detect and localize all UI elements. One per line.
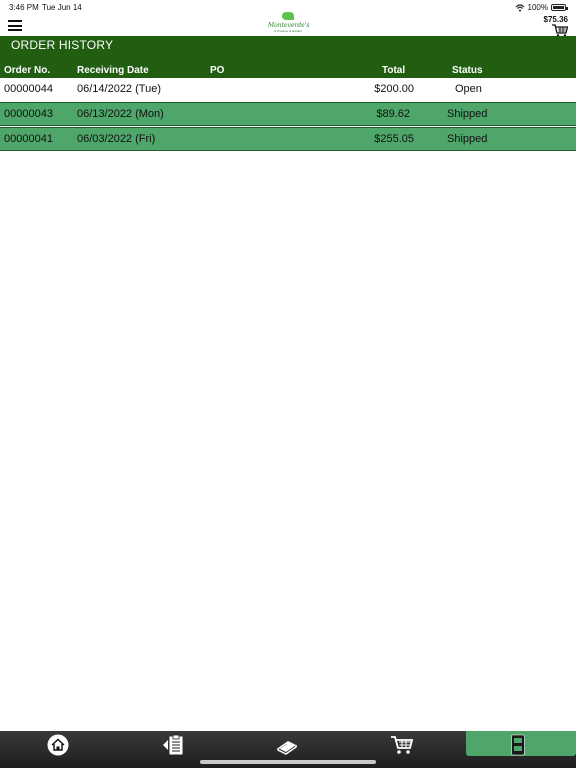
order-total: $89.62 [376,108,410,120]
status-date: Tue Jun 14 [42,3,82,12]
column-header-status: Status [452,65,483,76]
wifi-icon [515,3,524,11]
status-time: 3:46 PM [9,3,39,12]
tab-order-list[interactable] [117,731,227,756]
order-history-header: ORDER HISTORY Order No. Receiving Date P… [0,36,576,78]
book-icon [277,741,297,755]
column-header-po: PO [210,65,225,76]
logo-subtitle: & Produce & Garden [274,29,302,33]
order-number: 00000043 [4,108,53,120]
receiving-date: 06/13/2022 (Mon) [77,108,164,120]
battery-icon [551,4,568,11]
cart-amount[interactable]: $75.36 [544,15,568,24]
home-icon [47,734,69,756]
tab-account[interactable] [466,731,576,756]
status-right: 100% [515,3,568,12]
leaf-icon [282,12,294,20]
navigation-bar: Monteverde's & Produce & Garden $75.36 [0,12,576,37]
logo-name: Monteverde's [268,22,310,29]
tab-catalog[interactable] [231,731,341,756]
order-number: 00000044 [4,83,53,95]
menu-icon[interactable] [8,20,22,31]
order-status: Open [455,83,482,95]
cart-icon [391,736,414,754]
clipboard-icon [163,734,183,755]
phone-icon [511,734,525,756]
battery-percent: 100% [527,3,548,12]
order-status: Shipped [447,133,488,145]
tab-cart[interactable] [345,731,455,756]
receiving-date: 06/03/2022 (Fri) [77,133,156,145]
order-row[interactable]: 00000044 06/14/2022 (Tue) $200.00 Open [0,78,576,102]
order-total: $255.05 [374,133,414,145]
column-header-order-no: Order No. [4,65,51,76]
receiving-date: 06/14/2022 (Tue) [77,83,161,95]
order-status: Shipped [447,108,488,120]
order-number: 00000041 [4,133,53,145]
column-header-total: Total [382,65,406,76]
page-title: ORDER HISTORY [11,38,114,52]
order-row[interactable]: 00000043 06/13/2022 (Mon) $89.62 Shipped [0,102,576,126]
tab-home[interactable] [2,731,112,756]
company-logo: Monteverde's & Produce & Garden [268,12,310,36]
order-row[interactable]: 00000041 06/03/2022 (Fri) $255.05 Shippe… [0,127,576,151]
column-header-receiving-date: Receiving Date [77,65,149,76]
order-total: $200.00 [374,83,414,95]
home-indicator [200,760,376,764]
